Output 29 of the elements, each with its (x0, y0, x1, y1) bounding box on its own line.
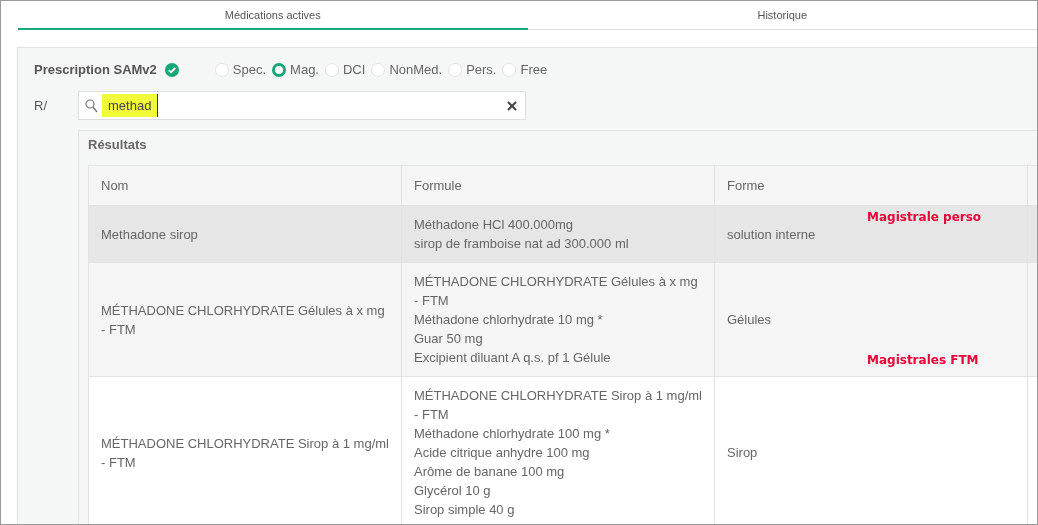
table-cell[interactable]: MÉTHADONE CHLORHYDRATE Gélules à x mg - FTM (89, 263, 402, 377)
table-cell[interactable]: MÉTHADONE CHLORHYDRATE Sirop à 1 mg/ml - FTM (89, 377, 402, 524)
search-icon (85, 98, 98, 113)
field-label: R/ (34, 98, 48, 113)
tab[interactable]: Médications actives (18, 1, 528, 30)
table-cell[interactable]: Methadone sirop (89, 206, 402, 263)
search-value: methad (102, 94, 159, 117)
radio-option[interactable]: NonMed. (371, 62, 443, 77)
radio-option[interactable]: Pers. (448, 62, 497, 77)
column-header: Formule (402, 165, 715, 206)
column-header: Forme (715, 165, 1028, 206)
radio-option[interactable]: DCI (325, 62, 366, 77)
table-cell-text: Gélules (727, 311, 773, 329)
table-cell: MÉTHADONE CHLORHYDRATE Sirop à 1 mg/ml - FTM Méthadone chlorhydrate 100 mg * Acide citrique anhydre 100 mg Arôme de banane 100 mg Glycérol 10 g Sirop simple 40 g (402, 377, 715, 524)
annotation-text: Magistrale perso (867, 209, 982, 226)
search-field[interactable]: methad (78, 91, 526, 120)
column-header: Nom (89, 165, 402, 206)
prescription-label: Prescription SAMv2 (34, 62, 157, 77)
table-cell: MÉTHADONE CHLORHYDRATE Gélules à x mg - FTM Méthadone chlorhydrate 10 mg * Guar 50 mg Excipient diluant A q.s. pf 1 Gélule (402, 263, 715, 377)
table-cell-text: solution interne (727, 225, 817, 244)
radio-option[interactable]: Free (502, 62, 548, 77)
radio-option[interactable]: Spec. (214, 62, 267, 77)
tab[interactable]: Historique (527, 1, 1037, 30)
close-icon[interactable] (507, 100, 517, 111)
table-cell: Méthadone HCl 400.000mg sirop de framboise nat ad 300.000 ml (402, 206, 715, 263)
table-cell-text: Sirop (727, 444, 759, 462)
results-title: Résultats (88, 137, 148, 152)
annotation-text: Magistrales FTM (867, 352, 979, 369)
radio-option[interactable]: Mag. (272, 62, 319, 77)
